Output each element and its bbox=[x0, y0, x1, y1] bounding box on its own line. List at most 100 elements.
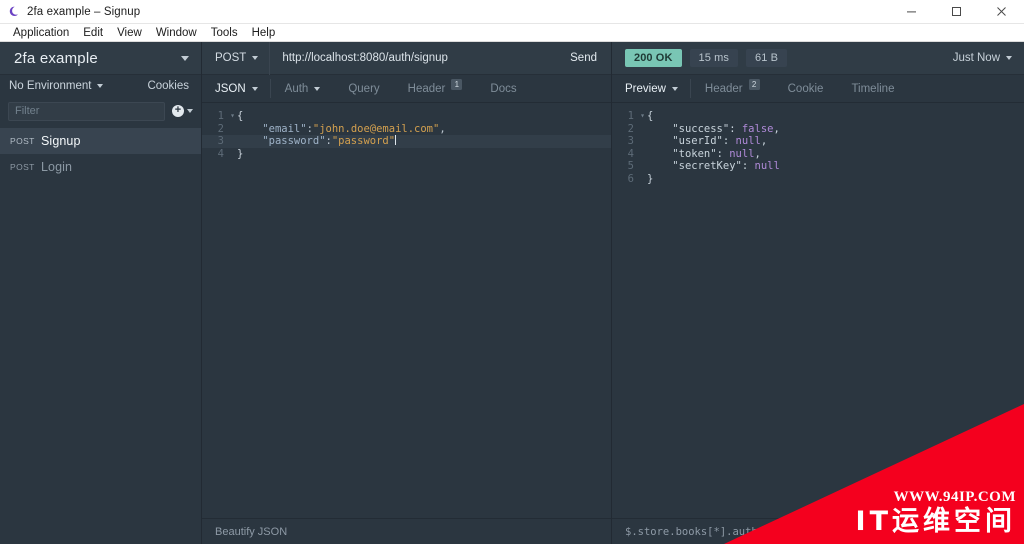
app-body: 2fa example No Environment Cookies + POS… bbox=[0, 41, 1024, 544]
response-size-badge: 61 B bbox=[745, 49, 788, 67]
code-text: } bbox=[237, 147, 244, 160]
cookies-link[interactable]: Cookies bbox=[147, 80, 189, 92]
tab-header[interactable]: Header 1 bbox=[394, 75, 477, 102]
response-body-viewer[interactable]: 1 ▾{2 "success": false, 3 "userId": null, 4… bbox=[612, 103, 1024, 518]
code-text: { bbox=[237, 110, 244, 122]
menu-item-edit[interactable]: Edit bbox=[76, 24, 110, 42]
code-text: "secretKey": null bbox=[672, 160, 780, 173]
url-bar: POST http://localhost:8080/auth/signup S… bbox=[202, 41, 611, 75]
menu-item-view[interactable]: View bbox=[110, 24, 149, 42]
request-pane: POST http://localhost:8080/auth/signup S… bbox=[202, 41, 612, 544]
workspace-name: 2fa example bbox=[14, 49, 98, 67]
request-body-editor[interactable]: 1 ▾{2 "email":"john.doe@email.com", 3 "pas… bbox=[202, 103, 611, 518]
line-number: 1 bbox=[217, 110, 224, 122]
menu-item-tools[interactable]: Tools bbox=[204, 24, 245, 42]
fold-arrow-icon[interactable]: ▾ bbox=[638, 110, 647, 123]
method-label: POST bbox=[215, 52, 247, 64]
code-line: 6} bbox=[612, 173, 1024, 186]
minimize-button[interactable] bbox=[889, 0, 934, 24]
request-method: POST bbox=[10, 136, 35, 146]
tab-preview[interactable]: Preview bbox=[612, 75, 690, 102]
header-count-badge: 2 bbox=[748, 79, 760, 90]
sidebar: 2fa example No Environment Cookies + POS… bbox=[0, 42, 202, 544]
request-footer: Beautify JSON bbox=[202, 518, 611, 544]
line-number: 4 bbox=[217, 147, 224, 160]
divider bbox=[269, 41, 271, 75]
tab-label: Cookie bbox=[787, 82, 824, 95]
chevron-down-icon bbox=[187, 109, 193, 113]
chevron-down-icon bbox=[97, 84, 104, 88]
menu-bar: Application Edit View Window Tools Help bbox=[0, 24, 1024, 42]
code-line: 3 "userId": null, bbox=[612, 135, 1024, 148]
chevron-down-icon bbox=[251, 86, 258, 91]
code-line: 5 "secretKey": null bbox=[612, 160, 1024, 173]
response-time-badge: 15 ms bbox=[689, 49, 738, 67]
tab-label: Header bbox=[704, 82, 743, 95]
code-text: "success": false, bbox=[672, 122, 780, 135]
line-number: 3 bbox=[217, 135, 224, 148]
window-controls bbox=[889, 0, 1024, 24]
request-code[interactable]: 1 ▾{2 "email":"john.doe@email.com", 3 "pas… bbox=[202, 103, 611, 160]
code-line: 2 "success": false, bbox=[612, 123, 1024, 136]
line-number: 5 bbox=[627, 160, 634, 173]
code-line: 4 "token": null, bbox=[612, 148, 1024, 161]
insomnia-app-window: 2fa example – Signup Application Edit Vi… bbox=[0, 0, 1024, 544]
url-input[interactable]: http://localhost:8080/auth/signup bbox=[282, 52, 560, 64]
list-item-login[interactable]: POST Login bbox=[0, 154, 201, 180]
request-list: POST Signup POST Login bbox=[0, 125, 201, 544]
tab-label: Preview bbox=[625, 82, 666, 95]
code-line: 1 ▾{ bbox=[612, 110, 1024, 123]
code-text: { bbox=[647, 110, 654, 122]
workspace-selector[interactable]: 2fa example bbox=[0, 42, 201, 75]
response-history-selector[interactable]: Just Now bbox=[953, 52, 1012, 64]
menu-item-window[interactable]: Window bbox=[149, 24, 204, 42]
response-tabs: Preview Header 2 Cookie Timeline bbox=[612, 75, 1024, 103]
line-number: 4 bbox=[627, 147, 634, 160]
response-code: 1 ▾{2 "success": false, 3 "userId": null, 4… bbox=[612, 103, 1024, 186]
line-number: 2 bbox=[627, 122, 634, 135]
window-title-bar: 2fa example – Signup bbox=[0, 0, 1024, 24]
tab-docs[interactable]: Docs bbox=[476, 75, 530, 102]
response-timestamp: Just Now bbox=[952, 52, 1000, 64]
line-number: 1 bbox=[627, 110, 634, 122]
request-tabs: JSON Auth Query Header 1 Docs bbox=[202, 75, 611, 103]
request-name: Login bbox=[41, 160, 73, 174]
environment-label[interactable]: No Environment bbox=[9, 80, 91, 92]
beautify-json-button[interactable]: Beautify JSON bbox=[215, 526, 287, 538]
chevron-down-icon bbox=[671, 86, 678, 91]
close-button[interactable] bbox=[979, 0, 1024, 24]
tab-label: Docs bbox=[490, 82, 517, 95]
code-text: "userId": null, bbox=[672, 135, 768, 148]
response-footer: $.store.books[*].author bbox=[612, 518, 1024, 544]
chevron-down-icon bbox=[181, 55, 189, 61]
request-method: POST bbox=[10, 162, 35, 172]
tab-timeline[interactable]: Timeline bbox=[837, 75, 908, 102]
tab-query[interactable]: Query bbox=[334, 75, 393, 102]
header-count-badge: 1 bbox=[451, 79, 463, 90]
add-request-button[interactable]: + bbox=[172, 104, 193, 117]
tab-label: Query bbox=[348, 82, 380, 95]
window-title-left: 2fa example – Signup bbox=[0, 6, 889, 18]
response-pane: 200 OK 15 ms 61 B Just Now Preview Heade… bbox=[612, 42, 1024, 544]
line-number: 3 bbox=[627, 135, 634, 148]
fold-arrow-icon[interactable]: ▾ bbox=[228, 110, 237, 123]
tab-label: Auth bbox=[284, 82, 309, 95]
request-name: Signup bbox=[41, 134, 81, 148]
tab-cookie[interactable]: Cookie bbox=[774, 75, 838, 102]
environment-row: No Environment Cookies bbox=[0, 75, 201, 97]
list-item-signup[interactable]: POST Signup bbox=[0, 128, 201, 154]
tab-auth[interactable]: Auth bbox=[271, 75, 335, 102]
menu-item-help[interactable]: Help bbox=[245, 24, 283, 42]
tab-json[interactable]: JSON bbox=[202, 75, 270, 102]
line-number: 2 bbox=[217, 122, 224, 135]
jsonpath-filter-input[interactable]: $.store.books[*].author bbox=[625, 526, 770, 538]
send-button[interactable]: Send bbox=[570, 52, 597, 64]
menu-item-application[interactable]: Application bbox=[6, 24, 76, 42]
search-input[interactable] bbox=[8, 101, 165, 121]
tab-response-header[interactable]: Header 2 bbox=[691, 75, 774, 102]
method-selector[interactable]: POST bbox=[215, 52, 259, 64]
text-cursor bbox=[395, 135, 397, 146]
tab-label: Header bbox=[407, 82, 446, 95]
app-logo-icon bbox=[9, 6, 20, 17]
maximize-button[interactable] bbox=[934, 0, 979, 24]
